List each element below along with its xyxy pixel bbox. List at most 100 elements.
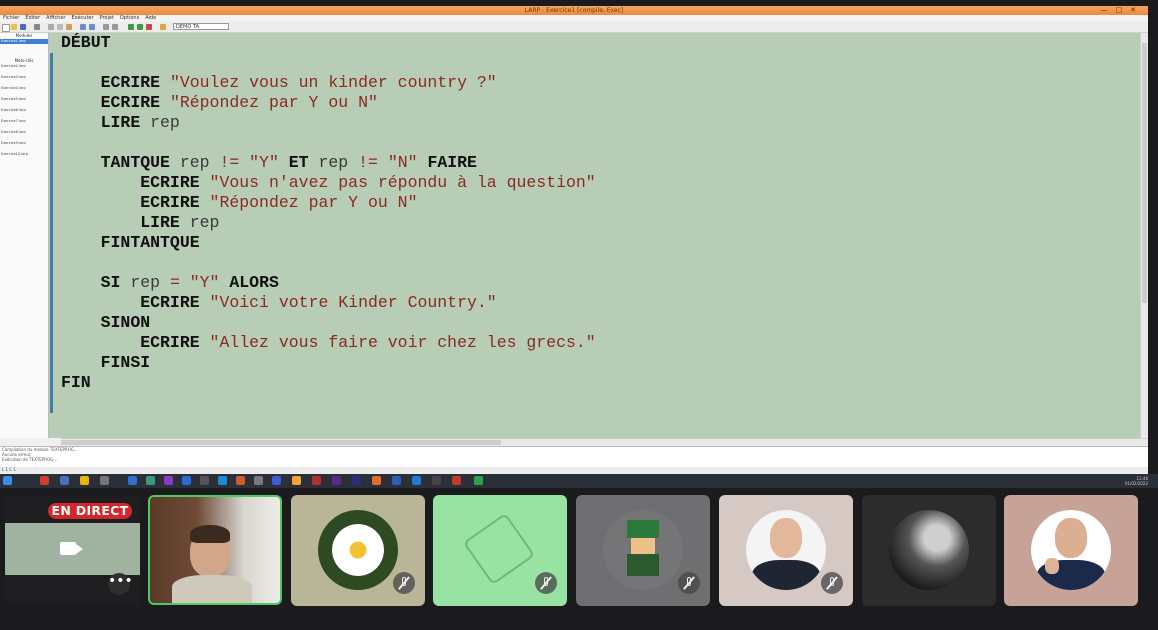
print-icon[interactable] [34,24,40,30]
taskbar-app-icon[interactable] [352,476,361,485]
code-line[interactable]: ECRIRE "Voici votre Kinder Country." [61,293,497,313]
save-icon[interactable] [20,24,26,30]
more-options-button[interactable]: ••• [108,573,133,595]
participant-tile-portrait-1[interactable] [719,495,853,606]
taskbar-app-icon[interactable] [200,476,209,485]
menu-item[interactable]: Fichier [3,15,19,21]
module-list-item[interactable]: Exercice9.larp [0,141,48,146]
code-line[interactable]: LIRE rep [61,113,180,133]
code-line[interactable]: ECRIRE "Répondez par Y ou N" [61,93,378,113]
mic-muted-icon [678,572,700,594]
string-token: "Vous n'avez pas répondu à la question" [209,173,596,192]
string-token: "N" [387,153,418,172]
module-list-item[interactable]: Exercice2.larp [0,64,48,69]
line-gutter [49,33,61,438]
participant-tile-portrait-2[interactable] [1004,495,1138,606]
redo-icon[interactable] [89,24,95,30]
taskbar-clock[interactable]: 11:46 01/02/2022 [1125,476,1148,486]
pixel-character-avatar [603,510,683,590]
open-folder-icon[interactable] [11,24,17,30]
taskbar-app-icon[interactable] [392,476,401,485]
taskbar-app-icon[interactable] [292,476,301,485]
debug-icon[interactable] [160,24,166,30]
module-list-item[interactable]: Exercice3.larp [0,75,48,80]
taskbar-app-icon[interactable] [412,476,421,485]
code-line[interactable]: FINTANTQUE [61,233,200,253]
taskbar-app-icon[interactable] [146,476,155,485]
code-editor[interactable]: DÉBUT ECRIRE "Voulez vous un kinder coun… [61,33,1140,438]
menu-item[interactable]: Afficher [46,15,65,21]
menu-item[interactable]: Projet [100,15,114,21]
taskbar-app-icon[interactable] [332,476,341,485]
module-list-item[interactable]: Exercice6.larp [0,108,48,113]
taskbar-app-icon[interactable] [100,476,109,485]
taskbar-app-icon[interactable] [254,476,263,485]
taskbar-app-icon[interactable] [312,476,321,485]
replace-icon[interactable] [112,24,118,30]
code-line[interactable]: ECRIRE "Allez vous faire voir chez les g… [61,333,596,353]
string-token: "Répondez par Y ou N" [169,93,378,112]
taskbar-app-icon[interactable] [452,476,461,485]
participant-tile-webcam[interactable] [148,495,282,605]
string-token: "Voici votre Kinder Country." [209,293,497,312]
code-line[interactable]: TANTQUE rep != "Y" ET rep != "N" FAIRE [61,153,477,173]
participant-tile-logo[interactable] [433,495,567,606]
run-icon[interactable] [137,24,143,30]
compile-icon[interactable] [128,24,134,30]
module-list-item[interactable]: Exercice5.larp [0,97,48,102]
video-camera-icon[interactable] [60,542,76,555]
new-file-icon[interactable] [2,24,10,32]
taskbar-app-icon[interactable] [372,476,381,485]
code-line[interactable]: SI rep = "Y" ALORS [61,273,279,293]
scroll-thumb[interactable] [1142,43,1147,303]
taskbar-app-icon[interactable] [80,476,89,485]
taskbar-app-icon[interactable] [60,476,69,485]
module-list-item[interactable]: Exercice8.larp [0,130,48,135]
taskbar-app-icon[interactable] [128,476,137,485]
find-icon[interactable] [103,24,109,30]
participant-tile-daisy[interactable] [291,495,425,606]
window-titlebar: LARP - Exercice1 [compile, Exec] —□✕ [0,6,1148,15]
code-line[interactable]: FIN [61,373,91,393]
portrait-head [1055,518,1087,558]
code-line[interactable]: LIRE rep [61,213,219,233]
module-list-item[interactable]: Exercice10.larp [0,152,48,157]
taskbar-app-icon[interactable] [40,476,49,485]
code-line[interactable]: ECRIRE "Vous n'avez pas répondu à la que… [61,173,596,193]
start-icon[interactable] [3,476,12,485]
code-line[interactable]: SINON [61,313,151,333]
undo-icon[interactable] [80,24,86,30]
taskbar-app-icon[interactable] [218,476,227,485]
taskbar-app-icon[interactable] [164,476,173,485]
code-line[interactable]: ECRIRE "Voulez vous un kinder country ?" [61,73,497,93]
cut-icon[interactable] [48,24,54,30]
menu-item[interactable]: Exécuter [71,15,93,21]
module-list-item[interactable]: Exercice4.larp [0,86,48,91]
screen-share: LARP - Exercice1 [compile, Exec] —□✕ Fic… [0,0,1158,488]
taskbar-app-icon[interactable] [182,476,191,485]
module-list-item[interactable]: Exercice7.larp [0,119,48,124]
module-select[interactable]: DEMO TA [173,23,229,30]
scroll-thumb[interactable] [61,440,501,445]
menu-item[interactable]: Éditer [25,15,40,21]
keyword-token: ECRIRE [140,193,200,212]
editor-horizontal-scrollbar[interactable] [61,438,1148,446]
menu-item[interactable]: Aide [145,15,156,21]
code-line[interactable]: DÉBUT [61,33,111,53]
taskbar-app-icon[interactable] [236,476,245,485]
keyword-token: ECRIRE [140,173,200,192]
stop-icon[interactable] [146,24,152,30]
code-line[interactable]: ECRIRE "Répondez par Y ou N" [61,193,417,213]
taskbar-app-icon[interactable] [474,476,483,485]
participant-tile-pixel[interactable] [576,495,710,606]
taskbar-app-icon[interactable] [272,476,281,485]
paste-icon[interactable] [66,24,72,30]
participant-tile-photographer[interactable] [862,495,996,606]
window-controls[interactable]: —□✕ [1101,6,1144,15]
taskbar-app-icon[interactable] [432,476,441,485]
code-line[interactable]: FINSI [61,353,151,373]
menu-item[interactable]: Options [120,15,139,21]
copy-icon[interactable] [57,24,63,30]
right-dark-strip [1148,6,1158,474]
